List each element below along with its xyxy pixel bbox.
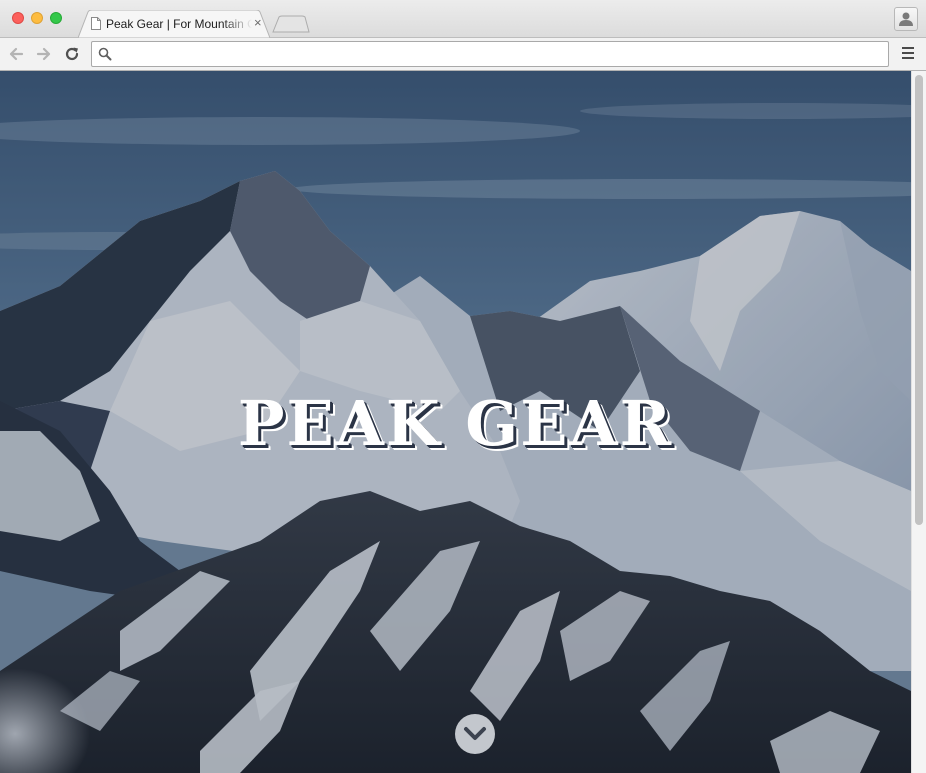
browser-title-bar: Peak Gear | For Mountain Climbers × — [0, 0, 926, 38]
address-bar[interactable] — [91, 41, 889, 67]
zoom-window-button[interactable] — [50, 12, 62, 24]
chevron-down-icon — [464, 727, 486, 740]
document-icon — [91, 17, 101, 30]
profile-button[interactable] — [894, 7, 918, 31]
minimize-window-button[interactable] — [31, 12, 43, 24]
new-tab-button[interactable] — [272, 15, 310, 33]
tab-title: Peak Gear | For Mountain Climbers — [106, 17, 252, 31]
scrollbar-thumb[interactable] — [915, 75, 923, 525]
address-input[interactable] — [118, 46, 878, 62]
profile-icon — [899, 12, 913, 26]
browser-toolbar — [0, 38, 926, 71]
back-arrow-icon[interactable] — [6, 44, 26, 64]
vertical-scrollbar[interactable] — [911, 71, 926, 773]
reload-icon[interactable] — [62, 44, 82, 64]
scroll-down-button[interactable] — [455, 714, 495, 754]
close-tab-icon[interactable]: × — [254, 16, 262, 30]
page-viewport: PEAK GEAR — [0, 71, 911, 773]
forward-arrow-icon[interactable] — [34, 44, 54, 64]
tab-active[interactable]: Peak Gear | For Mountain Climbers × — [78, 10, 270, 38]
hero-title: PEAK GEAR — [237, 387, 674, 460]
search-icon — [98, 47, 112, 61]
menu-icon[interactable] — [900, 45, 916, 63]
close-window-button[interactable] — [12, 12, 24, 24]
